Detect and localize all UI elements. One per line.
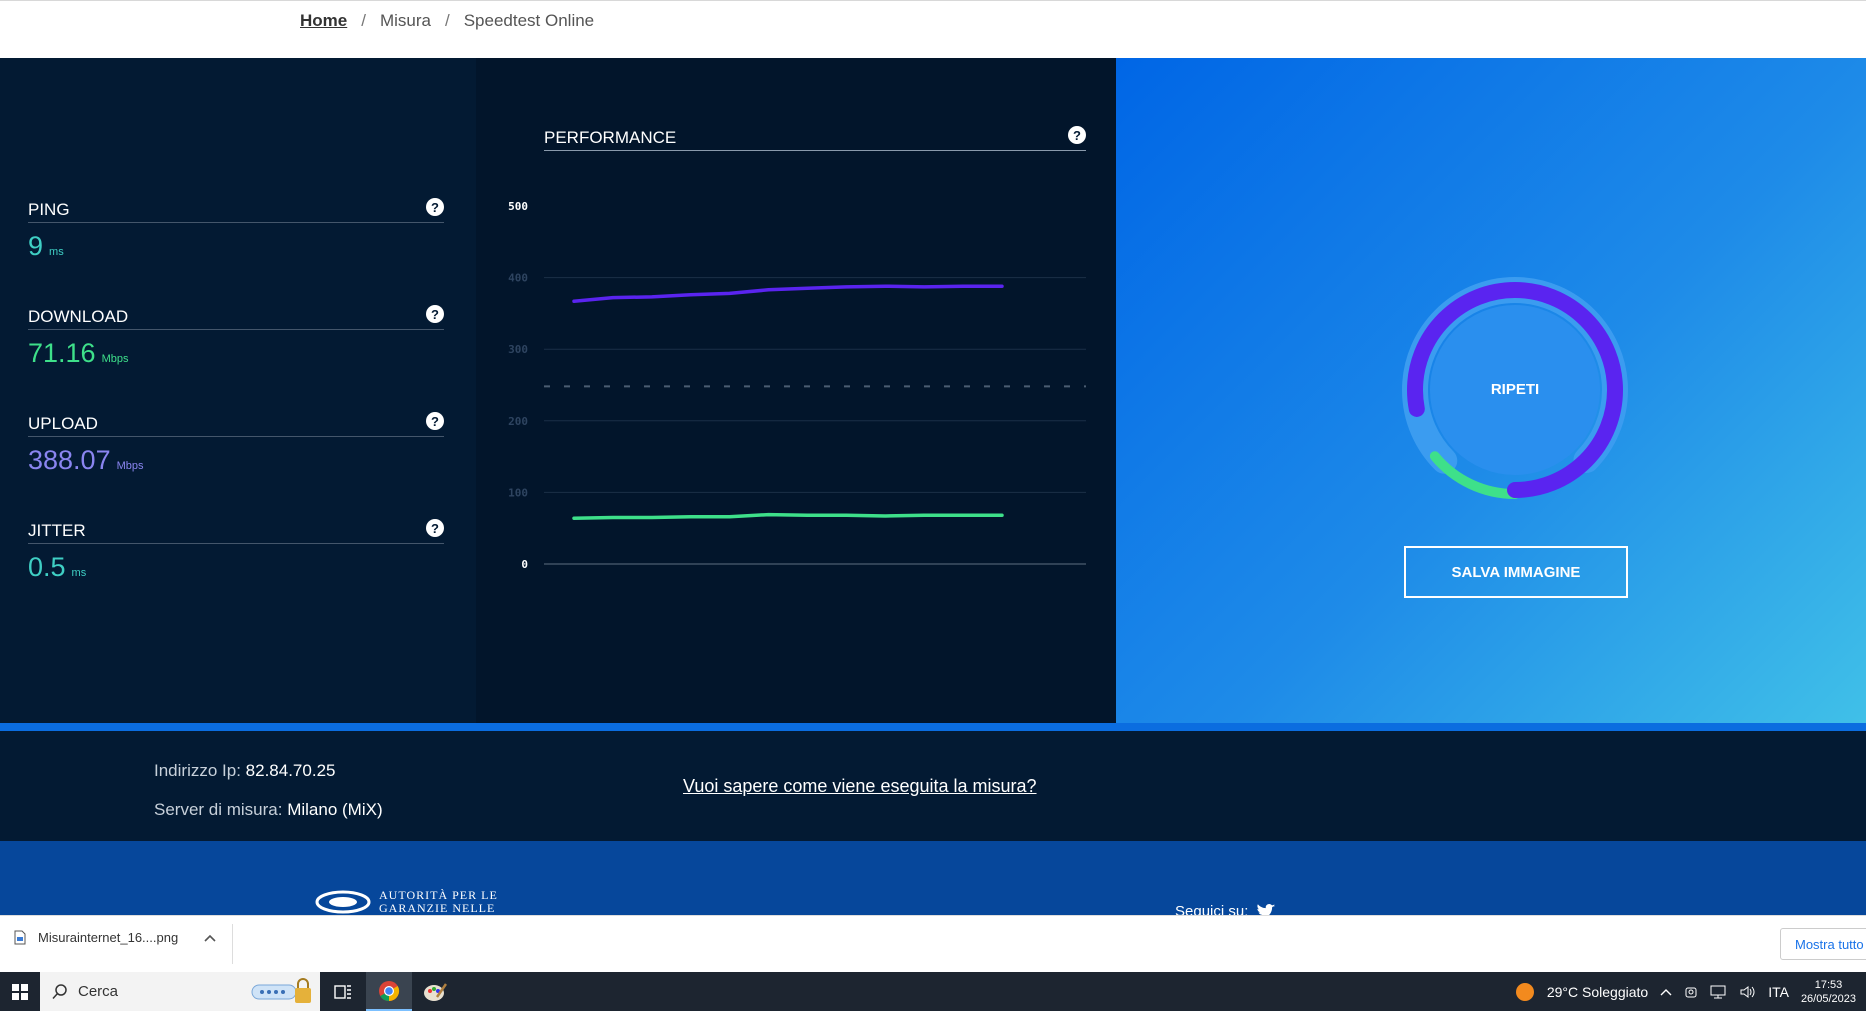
download-unit: Mbps xyxy=(101,353,129,365)
breadcrumb-separator: / xyxy=(444,11,450,30)
ping-metric: PING ? 9 ms xyxy=(28,198,444,262)
meet-icon[interactable] xyxy=(1684,985,1698,999)
jitter-unit: ms xyxy=(71,567,87,579)
download-bar: Misurainternet_16....png Mostra tutto xyxy=(0,915,1866,972)
password-lock-icon xyxy=(251,978,311,1003)
help-icon[interactable]: ? xyxy=(426,519,444,537)
y-tick-label: 100 xyxy=(508,486,528,499)
ip-value: 82.84.70.25 xyxy=(245,761,336,780)
y-tick-label: 500 xyxy=(508,200,528,213)
chevron-up-icon[interactable] xyxy=(1660,988,1672,996)
breadcrumb-separator: / xyxy=(361,11,366,30)
breadcrumb-misura[interactable]: Misura xyxy=(380,11,431,31)
network-icon[interactable] xyxy=(1710,985,1728,999)
metrics-column: PING ? 9 ms DOWNLOAD ? 71.16 Mbps UPLOAD ?… xyxy=(0,58,476,723)
ping-label: PING xyxy=(28,200,70,219)
download-series-line xyxy=(572,512,1004,520)
weather-text[interactable]: 29°C Soleggiato xyxy=(1547,984,1648,1000)
agcom-logo[interactable]: AUTORITÀ PER LE GARANZIE NELLE xyxy=(315,889,498,915)
speed-gauge: RIPETI xyxy=(1402,277,1628,503)
seguici-label: Seguici su: xyxy=(1175,903,1249,915)
file-icon xyxy=(14,930,26,945)
upload-series-line xyxy=(572,284,1004,303)
download-file-name: Misurainternet_16....png xyxy=(38,930,179,945)
jitter-metric: JITTER ? 0.5 ms xyxy=(28,519,444,583)
paint-icon[interactable] xyxy=(412,972,458,1011)
help-icon[interactable]: ? xyxy=(426,412,444,430)
jitter-label: JITTER xyxy=(28,521,86,540)
jitter-value: 0.5 xyxy=(28,552,66,582)
ping-unit: ms xyxy=(49,246,64,258)
download-value: 71.16 xyxy=(28,338,96,368)
taskbar-search[interactable]: Cerca xyxy=(40,972,320,1011)
download-label: DOWNLOAD xyxy=(28,307,129,326)
help-icon[interactable]: ? xyxy=(426,305,444,323)
upload-value: 388.07 xyxy=(28,445,111,475)
twitter-icon[interactable] xyxy=(1256,903,1276,916)
task-view-icon[interactable] xyxy=(320,972,366,1011)
y-tick-label: 200 xyxy=(508,415,528,428)
breadcrumb: Home / Misura / Speedtest Online xyxy=(300,11,594,31)
weather-sun-icon xyxy=(1515,982,1534,1001)
windows-taskbar: Cerca 29°C Soleggiato ITA 17:53 26/05/20… xyxy=(0,972,1866,1011)
y-tick-label: 300 xyxy=(508,343,528,356)
breadcrumb-current: Speedtest Online xyxy=(463,11,595,30)
ip-row: Indirizzo Ip: 82.84.70.25 xyxy=(154,761,335,781)
windows-icon xyxy=(12,983,28,1000)
how-measured-link[interactable]: Vuoi sapere come viene eseguita la misur… xyxy=(683,776,1037,797)
clock[interactable]: 17:53 26/05/2023 xyxy=(1801,978,1856,1006)
server-value: Milano (MiX) xyxy=(287,800,383,819)
upload-unit: Mbps xyxy=(116,460,144,472)
y-tick-label: 400 xyxy=(508,272,528,285)
language-indicator[interactable]: ITA xyxy=(1768,984,1789,1000)
breadcrumb-home-link[interactable]: Home xyxy=(300,11,347,31)
server-label: Server di misura: xyxy=(154,800,283,819)
agcom-logo-icon xyxy=(315,890,371,914)
chrome-icon[interactable] xyxy=(366,972,412,1011)
ping-value: 9 xyxy=(28,231,44,261)
show-all-button[interactable]: Mostra tutto xyxy=(1780,928,1866,960)
chevron-up-icon[interactable] xyxy=(204,934,216,942)
help-icon[interactable]: ? xyxy=(426,198,444,216)
start-button[interactable] xyxy=(0,972,40,1011)
social-follow: Seguici su: xyxy=(1175,903,1276,915)
download-item[interactable]: Misurainternet_16....png xyxy=(14,930,216,945)
panel-divider xyxy=(0,723,1866,731)
divider xyxy=(232,924,233,964)
volume-icon[interactable] xyxy=(1740,985,1756,999)
save-image-button[interactable]: SALVA IMMAGINE xyxy=(1404,546,1628,598)
ip-label: Indirizzo Ip: xyxy=(154,761,241,780)
search-placeholder: Cerca xyxy=(78,983,119,1000)
breadcrumb-bar: Home / Misura / Speedtest Online xyxy=(0,0,1866,58)
upload-metric: UPLOAD ? 388.07 Mbps xyxy=(28,412,444,476)
clock-time: 17:53 xyxy=(1814,978,1843,991)
clock-date: 26/05/2023 xyxy=(1800,992,1856,1005)
site-footer: AUTORITÀ PER LE GARANZIE NELLE Seguici s… xyxy=(0,841,1866,915)
performance-chart: 500 400 300 200 100 0 xyxy=(508,200,1086,571)
system-tray: 29°C Soleggiato ITA 17:53 26/05/2023 xyxy=(1515,972,1866,1011)
server-row: Server di misura: Milano (MiX) xyxy=(154,800,383,820)
measurement-info: Indirizzo Ip: 82.84.70.25 Server di misu… xyxy=(0,731,1866,841)
search-icon xyxy=(52,983,67,999)
repeat-button[interactable]: RIPETI xyxy=(1491,381,1539,398)
upload-label: UPLOAD xyxy=(28,414,98,433)
agcom-line-2: GARANZIE NELLE xyxy=(379,901,496,915)
y-tick-label: 0 xyxy=(521,558,528,571)
download-metric: DOWNLOAD ? 71.16 Mbps xyxy=(28,305,444,369)
